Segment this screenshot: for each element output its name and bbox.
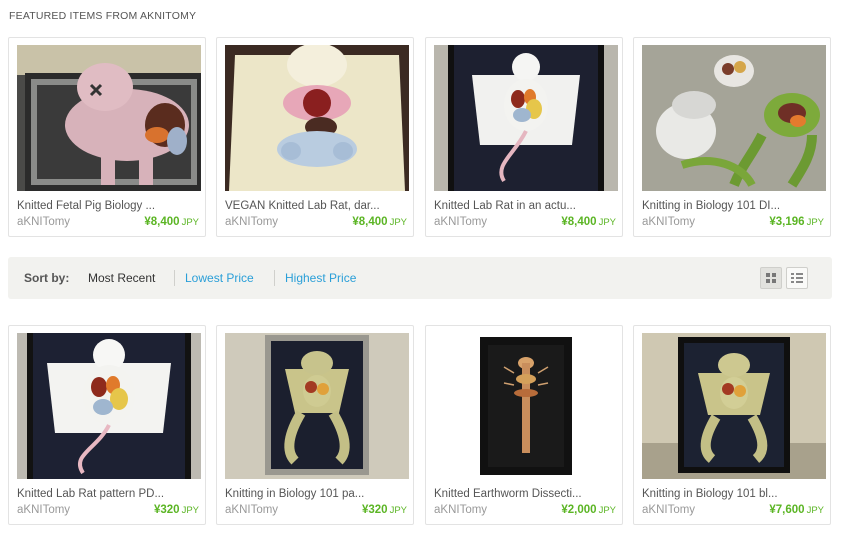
product-card[interactable]: Knitting in Biology 101 bl... aKNITomy ¥…	[633, 325, 831, 525]
product-card[interactable]: Knitted Lab Rat pattern PD... aKNITomy ¥…	[8, 325, 206, 525]
divider	[174, 270, 175, 286]
sort-most-recent[interactable]: Most Recent	[88, 271, 155, 285]
product-title[interactable]: Knitting in Biology 101 DI...	[642, 200, 826, 212]
product-title[interactable]: Knitting in Biology 101 pa...	[225, 488, 409, 500]
product-title[interactable]: Knitting in Biology 101 bl...	[642, 488, 826, 500]
product-image[interactable]	[642, 45, 826, 191]
list-view-button[interactable]	[786, 267, 808, 289]
shop-name[interactable]: aKNITomy	[17, 504, 70, 516]
product-image[interactable]	[225, 45, 409, 191]
list-view-icon	[791, 273, 803, 283]
product-image[interactable]	[225, 333, 409, 479]
product-title[interactable]: Knitted Fetal Pig Biology ...	[17, 200, 201, 212]
sort-highest-price[interactable]: Highest Price	[285, 271, 356, 285]
grid-view-icon	[766, 273, 776, 283]
shop-name[interactable]: aKNITomy	[434, 504, 487, 516]
product-title[interactable]: Knitted Earthworm Dissecti...	[434, 488, 618, 500]
product-card[interactable]: Knitting in Biology 101 pa... aKNITomy ¥…	[216, 325, 414, 525]
product-title[interactable]: Knitted Lab Rat in an actu...	[434, 200, 618, 212]
product-card[interactable]: VEGAN Knitted Lab Rat, dar... aKNITomy ¥…	[216, 37, 414, 237]
shop-name[interactable]: aKNITomy	[642, 216, 695, 228]
shop-name[interactable]: aKNITomy	[225, 216, 278, 228]
product-price: ¥8,400 JPY	[144, 216, 199, 228]
product-card[interactable]: Knitted Fetal Pig Biology ... aKNITomy ¥…	[8, 37, 206, 237]
product-title[interactable]: Knitted Lab Rat pattern PD...	[17, 488, 201, 500]
product-price: ¥320 JPY	[153, 504, 199, 516]
product-card[interactable]: Knitted Lab Rat in an actu... aKNITomy ¥…	[425, 37, 623, 237]
product-price: ¥8,400 JPY	[352, 216, 407, 228]
divider	[274, 270, 275, 286]
product-price: ¥7,600 JPY	[769, 504, 824, 516]
sort-bar: Sort by: Most Recent Lowest Price Highes…	[8, 257, 832, 299]
section-title: FEATURED ITEMS FROM AKNITOMY	[9, 10, 197, 22]
product-card[interactable]: Knitting in Biology 101 DI... aKNITomy ¥…	[633, 37, 831, 237]
product-image[interactable]	[434, 45, 618, 191]
grid-view-button[interactable]	[760, 267, 782, 289]
shop-name[interactable]: aKNITomy	[225, 504, 278, 516]
product-image[interactable]	[642, 333, 826, 479]
product-price: ¥2,000 JPY	[561, 504, 616, 516]
product-image[interactable]	[17, 333, 201, 479]
product-title[interactable]: VEGAN Knitted Lab Rat, dar...	[225, 200, 409, 212]
shop-name[interactable]: aKNITomy	[642, 504, 695, 516]
product-card[interactable]: Knitted Earthworm Dissecti... aKNITomy ¥…	[425, 325, 623, 525]
shop-name[interactable]: aKNITomy	[434, 216, 487, 228]
product-price: ¥320 JPY	[361, 504, 407, 516]
shop-name[interactable]: aKNITomy	[17, 216, 70, 228]
sort-label: Sort by:	[24, 271, 70, 285]
product-image[interactable]	[434, 333, 618, 479]
product-image[interactable]	[17, 45, 201, 191]
product-price: ¥3,196 JPY	[769, 216, 824, 228]
sort-lowest-price[interactable]: Lowest Price	[185, 271, 254, 285]
product-price: ¥8,400 JPY	[561, 216, 616, 228]
